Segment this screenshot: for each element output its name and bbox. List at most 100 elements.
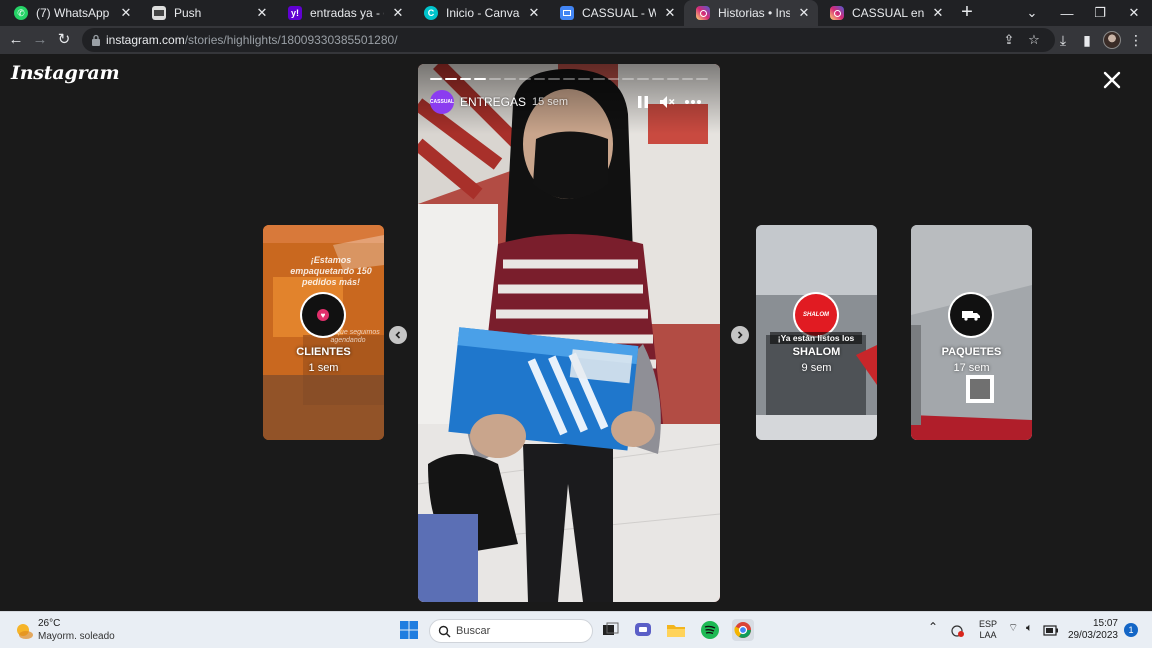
story-username[interactable]: ENTREGAS	[460, 95, 526, 109]
shalom-logo-icon: SHALOM	[795, 294, 837, 336]
forward-button[interactable]: →	[31, 31, 49, 49]
notification-badge[interactable]: 1	[1124, 623, 1138, 637]
story-photo	[418, 64, 720, 602]
minimize-button[interactable]: —	[1050, 0, 1084, 26]
chrome-icon[interactable]	[732, 619, 754, 641]
story-viewer: Instagram ¡Estamos empaquetando 150 pedi…	[0, 54, 1152, 611]
tab-historias-instagram[interactable]: Historias • Instagram ✕	[684, 0, 818, 26]
progress-segment	[681, 78, 694, 80]
download-icon[interactable]: ⤓	[1054, 31, 1072, 49]
highlight-name: SHALOM	[792, 346, 841, 358]
yahoo-icon: y!	[288, 6, 302, 20]
pause-icon[interactable]	[634, 93, 652, 111]
story-header: CASSUAL ENTREGAS 15 sem	[430, 90, 568, 114]
progress-segment	[548, 78, 561, 80]
more-options-icon[interactable]	[684, 93, 702, 111]
tab-whatsapp[interactable]: ✆ (7) WhatsApp ✕	[2, 0, 140, 26]
side-panel-icon[interactable]: ▮	[1078, 31, 1096, 49]
url-text: instagram.com/stories/highlights/1800933…	[106, 33, 398, 47]
next-story-button[interactable]	[731, 326, 749, 344]
truck-icon	[950, 294, 992, 336]
progress-segment	[459, 78, 472, 80]
wifi-icon[interactable]: ⌔	[1008, 623, 1018, 634]
close-tab-icon[interactable]: ✕	[662, 5, 678, 21]
tab-yahoo-search[interactable]: y! entradas ya - de búsq ✕	[276, 0, 412, 26]
progress-segment	[489, 78, 501, 80]
progress-segment	[651, 78, 664, 80]
tab-search-chevron-icon[interactable]: ⌄	[1015, 0, 1049, 26]
canva-icon: C	[424, 6, 438, 20]
tab-title: CASSUAL - Website	[582, 6, 656, 20]
security-icon[interactable]	[951, 624, 965, 638]
progress-segment	[533, 78, 546, 80]
start-button[interactable]	[398, 619, 420, 641]
windows-taskbar: 26°C Mayorm. soleado Buscar ⌃ ESP LAA ⌔ 🔈…	[0, 611, 1152, 648]
close-tab-icon[interactable]: ✕	[390, 5, 406, 21]
close-tab-icon[interactable]: ✕	[796, 5, 812, 21]
windows-logo-icon	[400, 621, 418, 639]
website-icon	[560, 6, 574, 20]
spotify-icon[interactable]	[699, 619, 721, 641]
progress-segment	[577, 78, 590, 80]
back-button[interactable]: ←	[7, 31, 25, 49]
instagram-icon	[830, 6, 844, 20]
story-overlay-text: ¡Ya están listos los	[770, 332, 862, 344]
tab-push[interactable]: Push ✕	[140, 0, 276, 26]
tab-title: Push	[174, 6, 202, 20]
progress-segment	[622, 78, 635, 80]
main-story[interactable]: CASSUAL ENTREGAS 15 sem	[418, 64, 720, 602]
system-clock[interactable]: 15:07 29/03/2023	[1064, 618, 1118, 642]
battery-icon[interactable]	[1043, 625, 1059, 636]
close-tab-icon[interactable]: ✕	[930, 5, 946, 21]
tab-cassual-instagram[interactable]: CASSUAL en Instagram ✕	[818, 0, 952, 26]
highlight-name: CLIENTES	[296, 346, 351, 358]
heart-icon: ♥	[302, 294, 344, 336]
tray-chevron-up-icon[interactable]: ⌃	[928, 621, 938, 633]
close-tab-icon[interactable]: ✕	[118, 5, 134, 21]
chevron-right-icon	[737, 331, 743, 339]
browser-toolbar: ← → ↻ instagram.com/stories/highlights/1…	[0, 26, 1152, 54]
mute-icon[interactable]	[658, 93, 676, 111]
progress-segment	[592, 78, 605, 80]
highlight-ring	[948, 292, 994, 338]
sun-cloud-icon[interactable]	[14, 621, 34, 641]
side-story-paquetes[interactable]: PAQUETES 17 sem	[911, 225, 1032, 440]
taskbar-search[interactable]: Buscar	[429, 619, 593, 643]
file-explorer-icon[interactable]	[665, 619, 687, 641]
progress-segment	[503, 78, 516, 80]
progress-segment	[430, 78, 442, 80]
instagram-logo[interactable]: Instagram	[11, 62, 120, 84]
tab-cassual-website[interactable]: CASSUAL - Website ✕	[548, 0, 684, 26]
address-bar[interactable]: instagram.com/stories/highlights/1800933…	[82, 28, 1055, 52]
close-window-button[interactable]: ✕	[1117, 0, 1151, 26]
close-tab-icon[interactable]: ✕	[254, 5, 270, 21]
story-age: 15 sem	[532, 96, 569, 108]
teams-chat-icon[interactable]	[632, 619, 654, 641]
side-story-shalom[interactable]: SHALOM ¡Ya están listos los SHALOM 9 sem	[756, 225, 877, 440]
reload-button[interactable]: ↻	[55, 31, 73, 49]
instagram-icon	[696, 6, 710, 20]
progress-segment	[696, 78, 709, 80]
highlight-name: PAQUETES	[941, 346, 1002, 358]
weather-description[interactable]: Mayorm. soleado	[38, 631, 115, 642]
volume-icon[interactable]: 🔈︎	[1026, 623, 1033, 634]
profile-avatar[interactable]	[1103, 31, 1121, 49]
story-avatar[interactable]: CASSUAL	[430, 90, 454, 114]
weather-temperature[interactable]: 26°C	[38, 618, 60, 629]
highlight-ring: ♥	[300, 292, 346, 338]
story-overlay-text: ¡Estamos empaquetando 150 pedidos más!	[290, 255, 372, 287]
tab-title: Inicio - Canva	[446, 6, 520, 20]
share-icon[interactable]: ⇪	[1000, 31, 1018, 49]
task-view-icon[interactable]	[599, 619, 621, 641]
restore-button[interactable]: ❐	[1083, 0, 1117, 26]
tab-title: (7) WhatsApp	[36, 6, 110, 20]
side-story-clientes[interactable]: ¡Estamos empaquetando 150 pedidos más! o…	[263, 225, 384, 440]
bookmark-star-icon[interactable]: ☆	[1025, 31, 1043, 49]
close-tab-icon[interactable]: ✕	[526, 5, 542, 21]
close-viewer-icon[interactable]	[1100, 68, 1124, 92]
language-indicator[interactable]: ESP LAA	[977, 619, 999, 641]
tab-canva[interactable]: C Inicio - Canva ✕	[412, 0, 548, 26]
kebab-menu-icon[interactable]: ⋮	[1127, 31, 1145, 49]
new-tab-button[interactable]: +	[958, 2, 976, 23]
previous-story-button[interactable]	[389, 326, 407, 344]
